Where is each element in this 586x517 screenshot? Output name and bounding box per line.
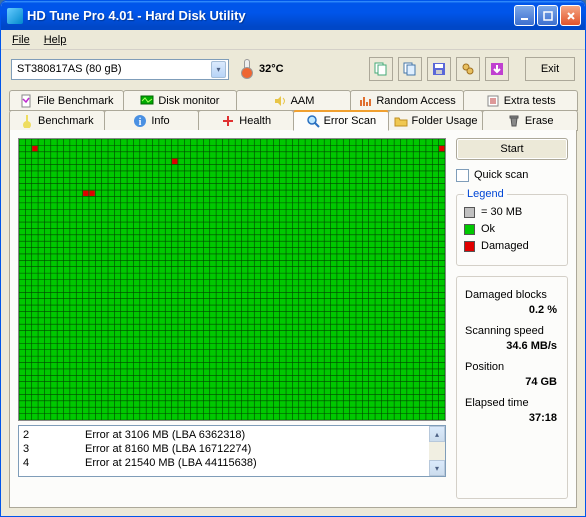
error-message: Error at 3106 MB (LBA 6362318) [85,428,245,442]
square-gray-icon [464,207,475,218]
magnifier-icon [306,114,320,128]
legend-ok: Ok [464,223,560,235]
app-icon [7,8,23,24]
extra-tests-icon [486,94,500,108]
scroll-down-icon[interactable]: ▾ [429,460,445,476]
tab-folder-usage[interactable]: Folder Usage [388,110,484,131]
scroll-up-icon[interactable]: ▴ [429,426,445,442]
error-number: 3 [23,442,85,456]
scan-block-map [18,138,446,421]
titlebar[interactable]: HD Tune Pro 4.01 - Hard Disk Utility [1,1,585,30]
monitor-icon [140,94,154,108]
benchmark-icon [20,114,34,128]
legend-panel: Legend = 30 MB Ok Damaged [456,194,568,266]
damaged-blocks-label: Damaged blocks [465,289,559,301]
random-access-icon [358,94,372,108]
tab-benchmark[interactable]: Benchmark [9,110,105,131]
options-button[interactable] [456,57,480,81]
tab-random-access[interactable]: Random Access [350,90,465,111]
drive-select[interactable]: ST380817AS (80 gB) ▾ [11,59,229,80]
temperature-value: 32°C [259,63,284,75]
quick-scan-checkbox[interactable]: Quick scan [456,166,568,184]
tab-row-top: File Benchmark Disk monitor AAM Random A… [9,90,577,111]
legend-title: Legend [464,188,507,200]
exit-button[interactable]: Exit [525,57,575,81]
tab-aam[interactable]: AAM [236,90,351,111]
menubar: File Help [1,30,585,50]
error-list[interactable]: 2Error at 3106 MB (LBA 6362318)3Error at… [18,425,446,477]
error-row[interactable]: 4Error at 21540 MB (LBA 44115638) [23,456,425,470]
tab-info[interactable]: iInfo [104,110,200,131]
tabs-area: File Benchmark Disk monitor AAM Random A… [1,88,585,516]
stats-panel: Damaged blocks 0.2 % Scanning speed 34.6… [456,276,568,499]
checkbox-icon[interactable] [456,169,469,182]
file-benchmark-icon [19,94,33,108]
close-button[interactable] [560,5,581,26]
copy-info-button[interactable] [369,57,393,81]
error-number: 2 [23,428,85,442]
window-title: HD Tune Pro 4.01 - Hard Disk Utility [27,8,514,23]
scanning-speed-label: Scanning speed [465,325,559,337]
menu-help[interactable]: Help [37,32,74,48]
chevron-down-icon[interactable]: ▾ [211,61,226,78]
position-label: Position [465,361,559,373]
error-message: Error at 8160 MB (LBA 16712274) [85,442,251,456]
tab-file-benchmark[interactable]: File Benchmark [9,90,124,111]
folder-icon [394,114,408,128]
error-row[interactable]: 3Error at 8160 MB (LBA 16712274) [23,442,425,456]
menu-file[interactable]: File [5,32,37,48]
legend-block-size: = 30 MB [464,206,560,218]
scrollbar[interactable]: ▴ ▾ [429,426,445,476]
health-icon [221,114,235,128]
error-row[interactable]: 2Error at 3106 MB (LBA 6362318) [23,428,425,442]
scanning-speed-value: 34.6 MB/s [465,340,557,352]
tab-health[interactable]: Health [198,110,294,131]
svg-text:i: i [139,117,142,128]
maximize-button[interactable] [537,5,558,26]
thermometer-icon [239,59,253,79]
toolbar: ST380817AS (80 gB) ▾ 32°C Exit [1,50,585,88]
square-red-icon [464,241,475,252]
position-value: 74 GB [465,376,557,388]
elapsed-time-value: 37:18 [465,412,557,424]
legend-damaged: Damaged [464,240,560,252]
app-window: HD Tune Pro 4.01 - Hard Disk Utility Fil… [0,0,586,517]
speaker-icon [273,94,287,108]
tab-content: 2Error at 3106 MB (LBA 6362318)3Error at… [9,130,577,508]
error-number: 4 [23,456,85,470]
tab-error-scan[interactable]: Error Scan [293,110,389,131]
info-icon: i [133,114,147,128]
drive-select-value: ST380817AS (80 gB) [17,63,211,75]
copy-screenshot-button[interactable] [398,57,422,81]
tab-row-bottom: Benchmark iInfo Health Error Scan Folder… [9,110,577,131]
minimize-button[interactable] [514,5,535,26]
start-button[interactable]: Start [456,138,568,160]
tab-extra-tests[interactable]: Extra tests [463,90,578,111]
square-green-icon [464,224,475,235]
minimize-tray-button[interactable] [485,57,509,81]
damaged-blocks-value: 0.2 % [465,304,557,316]
elapsed-time-label: Elapsed time [465,397,559,409]
error-message: Error at 21540 MB (LBA 44115638) [85,456,257,470]
trash-icon [507,114,521,128]
tab-disk-monitor[interactable]: Disk monitor [123,90,238,111]
tab-erase[interactable]: Erase [482,110,578,131]
save-button[interactable] [427,57,451,81]
